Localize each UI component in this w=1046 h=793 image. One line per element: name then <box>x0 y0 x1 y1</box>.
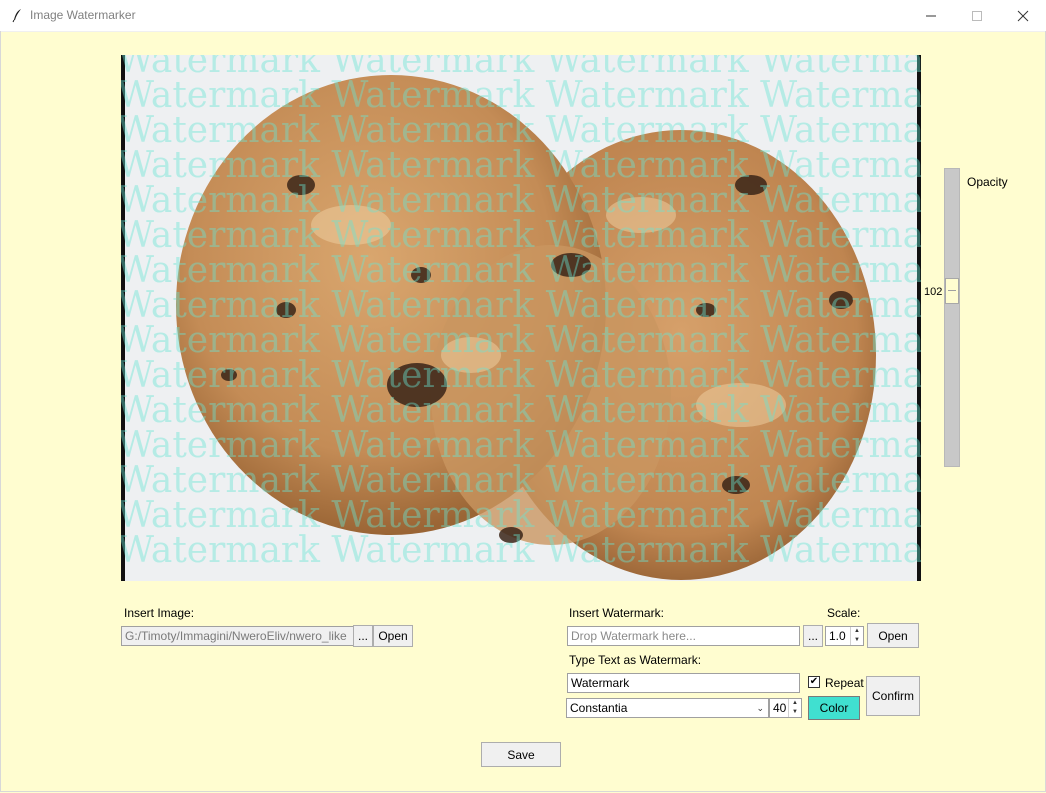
repeat-checkbox[interactable]: ✔ <box>808 676 820 688</box>
font-size-value: 40 <box>773 701 787 715</box>
spin-down-icon[interactable]: ▼ <box>851 636 863 645</box>
image-path-field[interactable]: G:/Timoty/Immagini/NweroEliv/nwero_like <box>121 626 354 646</box>
font-size-spin-arrows[interactable]: ▲ ▼ <box>788 699 801 717</box>
cookies-image <box>121 55 921 581</box>
close-icon <box>1017 10 1029 21</box>
scale-spinbox[interactable]: 1.0 ▲ ▼ <box>825 626 864 646</box>
font-select[interactable]: Constantia ⌄ <box>566 698 769 718</box>
close-button[interactable] <box>1000 0 1046 31</box>
insert-watermark-label: Insert Watermark: <box>569 606 664 620</box>
maximize-button[interactable] <box>954 0 1000 31</box>
browse-watermark-button[interactable]: ... <box>803 625 823 647</box>
confirm-button[interactable]: Confirm <box>866 676 920 716</box>
watermark-text-field[interactable]: Watermark <box>567 673 800 693</box>
spin-up-icon[interactable]: ▲ <box>851 627 863 636</box>
open-image-button[interactable]: Open <box>373 625 413 647</box>
image-preview-canvas: Watermark Watermark Watermark Watermark W… <box>121 55 921 581</box>
watermark-drop-field[interactable]: Drop Watermark here... <box>567 626 800 646</box>
insert-image-label: Insert Image: <box>124 606 195 620</box>
spin-up-icon[interactable]: ▲ <box>789 699 801 708</box>
open-watermark-button[interactable]: Open <box>867 623 919 648</box>
opacity-slider-handle[interactable] <box>945 278 959 304</box>
repeat-label: Repeat <box>825 676 864 690</box>
minimize-icon <box>926 15 936 16</box>
chevron-down-icon[interactable]: ⌄ <box>756 699 764 717</box>
window-title: Image Watermarker <box>30 8 136 22</box>
opacity-slider[interactable] <box>944 168 960 467</box>
color-button[interactable]: Color <box>808 696 860 720</box>
save-button[interactable]: Save <box>481 742 561 767</box>
spin-down-icon[interactable]: ▼ <box>789 708 801 717</box>
minimize-button[interactable] <box>908 0 954 31</box>
opacity-label: Opacity <box>967 175 1008 189</box>
maximize-icon <box>972 10 982 21</box>
scale-spin-arrows[interactable]: ▲ ▼ <box>850 627 863 645</box>
browse-image-button[interactable]: ... <box>353 625 373 647</box>
type-text-label: Type Text as Watermark: <box>569 653 702 667</box>
font-size-spinbox[interactable]: 40 ▲ ▼ <box>769 698 802 718</box>
scale-label: Scale: <box>827 606 861 620</box>
opacity-value: 102 <box>924 286 943 298</box>
scale-value: 1.0 <box>829 629 846 643</box>
title-bar: Image Watermarker <box>0 0 1046 32</box>
feather-icon <box>12 9 21 23</box>
font-select-value: Constantia <box>570 701 628 715</box>
